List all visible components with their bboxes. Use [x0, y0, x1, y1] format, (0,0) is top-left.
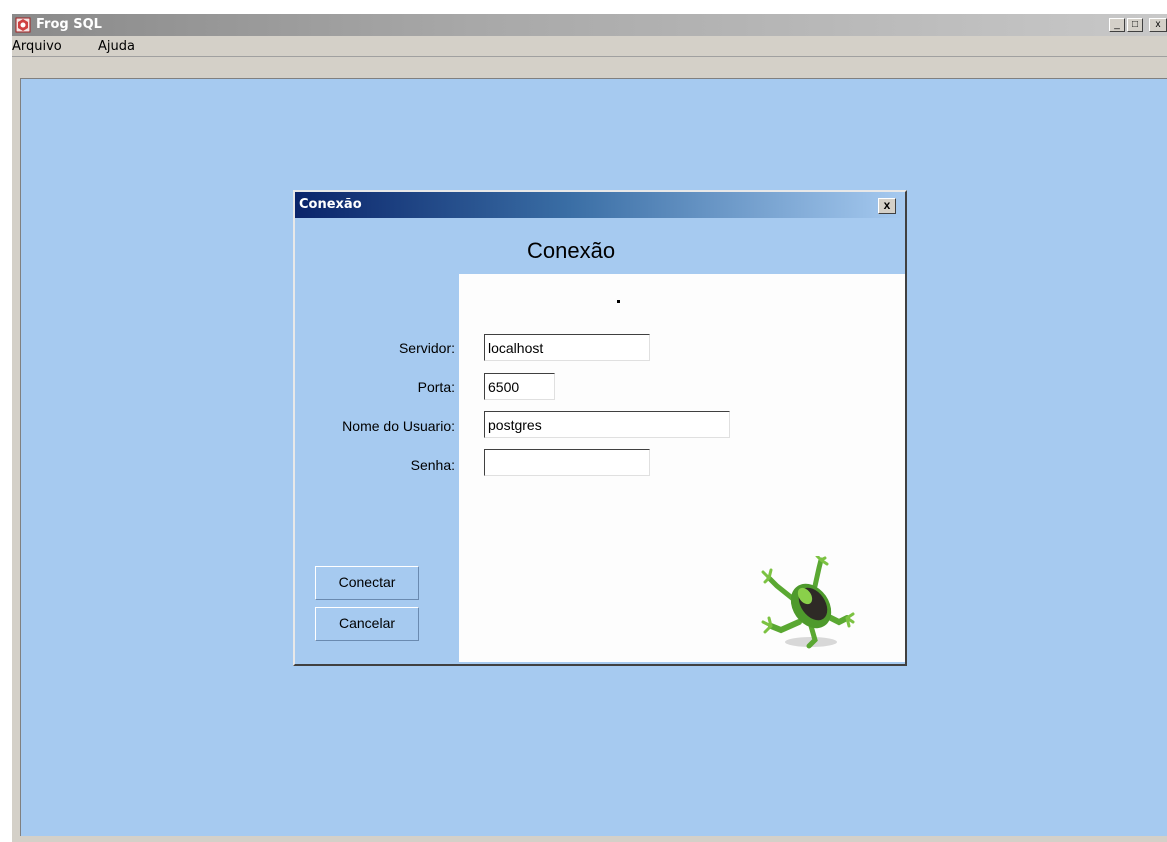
bottom-strip [12, 836, 1167, 842]
frog-icon [761, 556, 855, 649]
password-input[interactable] [484, 449, 650, 476]
dialog-titlebar[interactable]: Conexão x [295, 192, 905, 218]
close-button[interactable]: x [1149, 18, 1167, 32]
username-label: Nome do Usuario: [342, 418, 455, 434]
menubar: Arquivo Ajuda [12, 36, 1167, 57]
app-titlebar[interactable]: Frog SQL _ □ x [12, 14, 1167, 36]
minimize-button[interactable]: _ [1109, 18, 1125, 32]
password-label: Senha: [410, 457, 455, 473]
connection-dialog: Conexão x Conexão Servidor: localhost Po… [293, 190, 907, 666]
username-input[interactable]: postgres [484, 411, 730, 438]
cancel-button[interactable]: Cancelar [315, 607, 419, 641]
dialog-heading: Conexão [527, 238, 616, 263]
server-input[interactable]: localhost [484, 334, 650, 361]
dialog-title: Conexão [299, 197, 362, 212]
maximize-button[interactable]: □ [1127, 18, 1143, 32]
connect-button[interactable]: Conectar [315, 566, 419, 600]
port-label: Porta: [417, 379, 455, 395]
app-title: Frog SQL [36, 17, 102, 32]
app-icon [15, 17, 31, 33]
menu-arquivo[interactable]: Arquivo [12, 39, 62, 54]
status-dot [617, 300, 620, 303]
server-label: Servidor: [398, 340, 455, 356]
menu-ajuda[interactable]: Ajuda [98, 39, 135, 54]
port-input[interactable]: 6500 [484, 373, 555, 400]
dialog-close-button[interactable]: x [878, 198, 896, 214]
